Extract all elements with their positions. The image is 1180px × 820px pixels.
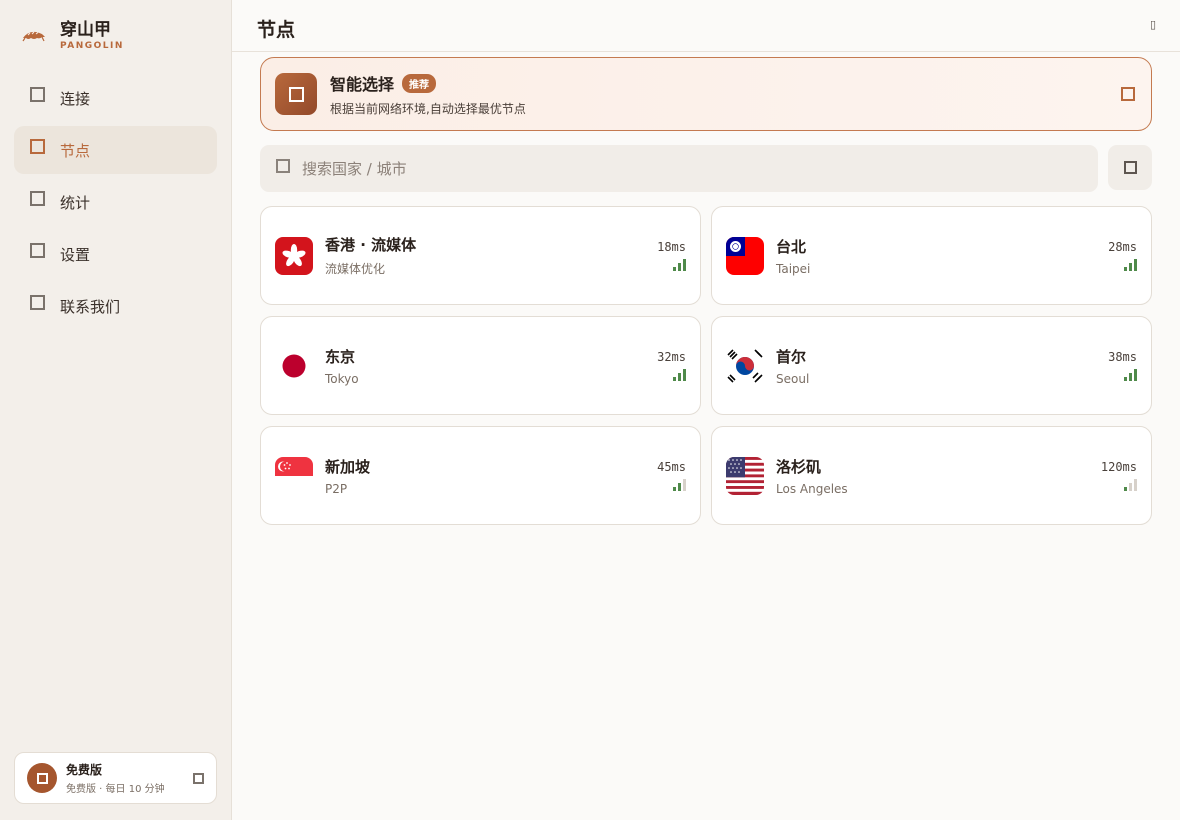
node-subtitle: Tokyo: [325, 371, 359, 386]
sidebar-item-label: 联系我们: [60, 297, 121, 316]
sidebar-item-stats[interactable]: 统计: [14, 178, 217, 226]
node-subtitle: P2P: [325, 481, 348, 496]
node-name: 东京: [325, 347, 356, 366]
node-latency: 120ms: [1100, 460, 1137, 474]
sidebar-nav: 连接 节点 统计 设置 联系我们: [14, 74, 217, 334]
sidebar-item-nodes[interactable]: 节点: [14, 126, 217, 174]
node-subtitle: Los Angeles: [776, 481, 848, 496]
stats-icon: [30, 190, 45, 206]
tw-flag-icon: [726, 236, 764, 275]
plan-card[interactable]: 免费版 免费版 · 每日 10 分钟: [14, 752, 217, 804]
plan-subtitle: 免费版 · 每日 10 分钟: [66, 784, 165, 795]
sg-flag-icon: [275, 456, 313, 495]
signal-bars-icon: [673, 369, 686, 381]
sidebar-item-label: 设置: [60, 245, 91, 264]
signal-bars-icon: [1124, 259, 1137, 271]
smart-select-subtitle: 根据当前网络环境,自动选择最优节点: [330, 102, 526, 116]
smart-select-check-icon[interactable]: [1121, 87, 1135, 101]
plan-arrow-icon[interactable]: [193, 772, 204, 784]
hk-flag-icon: [275, 236, 313, 275]
smart-select-card[interactable]: 智能选择 推荐 根据当前网络环境,自动选择最优节点: [260, 57, 1152, 131]
node-subtitle: Taipei: [776, 261, 811, 276]
filter-button[interactable]: [1108, 145, 1152, 190]
signal-bars-icon: [673, 479, 686, 491]
jp-flag-icon: [275, 346, 313, 385]
smart-select-icon: [275, 73, 317, 115]
plan-title: 免费版: [66, 763, 103, 777]
brand-subtitle: PANGOLIN: [60, 41, 124, 51]
node-latency: 45ms: [657, 460, 686, 474]
avatar: [27, 763, 57, 793]
search-icon: [276, 158, 290, 173]
node-name: 香港 · 流媒体: [325, 236, 417, 254]
node-card-singapore[interactable]: 新加坡 P2P 45ms: [260, 426, 701, 525]
sidebar-item-label: 连接: [60, 89, 91, 108]
node-latency: 28ms: [1108, 240, 1137, 254]
signal-bars-icon: [1124, 369, 1137, 381]
user-icon: [36, 772, 48, 784]
node-card-taipei[interactable]: 台北 Taipei 28ms: [711, 206, 1152, 305]
brand[interactable]: 穿山甲 PANGOLIN: [22, 20, 124, 52]
node-latency: 18ms: [657, 240, 686, 254]
sidebar-item-settings[interactable]: 设置: [14, 230, 217, 278]
node-subtitle: 流媒体优化: [325, 262, 386, 276]
connect-icon: [30, 86, 45, 102]
node-card-losangeles[interactable]: 洛杉矶 Los Angeles 120ms: [711, 426, 1152, 525]
kr-flag-icon: [726, 346, 764, 385]
us-flag-icon: [726, 456, 764, 495]
node-name: 新加坡: [325, 457, 371, 476]
nodes-icon: [30, 138, 45, 154]
node-card-seoul[interactable]: 首尔 Seoul 38ms: [711, 316, 1152, 415]
search-input[interactable]: [302, 159, 1002, 178]
node-name: 洛杉矶: [776, 457, 822, 476]
pangolin-logo-icon: [22, 31, 45, 42]
recommended-badge: 推荐: [402, 73, 437, 93]
sidebar-item-label: 节点: [60, 141, 91, 160]
sidebar: 穿山甲 PANGOLIN 连接 节点 统计 设置 联系我们 免费版 免费版 · …: [0, 0, 232, 820]
signal-bars-icon: [1124, 479, 1137, 491]
search-bar: [260, 145, 1098, 192]
node-card-hongkong[interactable]: 香港 · 流媒体 流媒体优化 18ms: [260, 206, 701, 305]
contact-icon: [30, 294, 45, 310]
settings-icon: [30, 242, 45, 258]
node-name: 台北: [776, 237, 807, 256]
sidebar-item-connect[interactable]: 连接: [14, 74, 217, 122]
page-title: 节点: [257, 19, 296, 41]
signal-bars-icon: [673, 259, 686, 271]
page-header: 节点 ▯: [232, 0, 1180, 52]
sidebar-item-label: 统计: [60, 193, 91, 212]
filter-icon: [1123, 161, 1137, 174]
node-card-tokyo[interactable]: 东京 Tokyo 32ms: [260, 316, 701, 415]
node-name: 首尔: [776, 347, 807, 366]
brand-name: 穿山甲: [60, 20, 111, 40]
node-latency: 38ms: [1108, 350, 1137, 364]
smart-select-title: 智能选择: [330, 75, 395, 94]
node-subtitle: Seoul: [776, 371, 810, 386]
sidebar-item-contact[interactable]: 联系我们: [14, 282, 217, 330]
header-menu-icon[interactable]: ▯: [1150, 18, 1156, 31]
node-latency: 32ms: [657, 350, 686, 364]
